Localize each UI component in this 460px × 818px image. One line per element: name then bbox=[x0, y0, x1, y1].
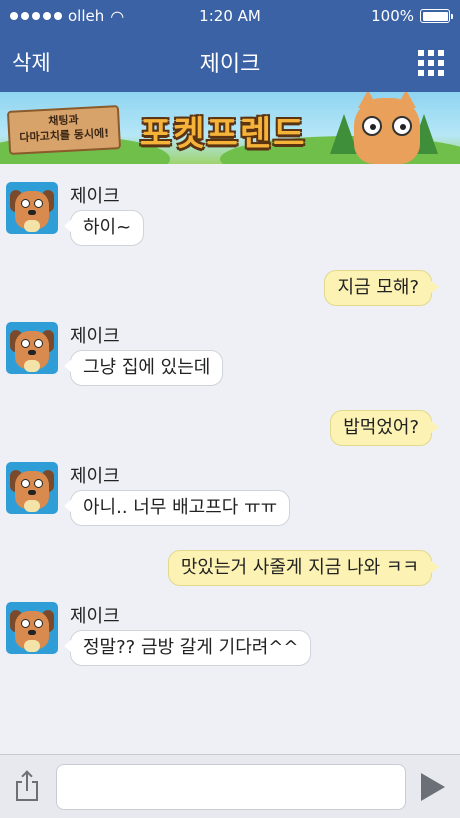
sender-name: 제이크 bbox=[70, 186, 120, 207]
outgoing-message-bubble[interactable]: 지금 모해? bbox=[324, 270, 439, 306]
message-bubble[interactable]: 정말?? 금방 갈게 기다려^^ bbox=[63, 630, 312, 666]
avatar[interactable] bbox=[6, 182, 58, 234]
incoming-message: 제이크 하이~ bbox=[6, 182, 145, 246]
chat-title: 제이크 bbox=[199, 52, 261, 77]
share-icon[interactable] bbox=[14, 770, 40, 801]
delete-button[interactable]: 삭제 bbox=[12, 47, 51, 77]
status-time: 1:20 AM bbox=[199, 7, 261, 25]
message-bubble[interactable]: 하이~ bbox=[63, 210, 145, 246]
banner-sign: 채팅과 다마고치를 동시에! bbox=[6, 105, 122, 155]
sender-name: 제이크 bbox=[70, 326, 120, 347]
avatar[interactable] bbox=[6, 602, 58, 654]
app-header: olleh ◠ 1:20 AM 100% 삭제 제이크 bbox=[0, 0, 460, 92]
incoming-message: 제이크 정말?? 금방 갈게 기다려^^ bbox=[6, 602, 312, 666]
message-bubble[interactable]: 아니.. 너무 배고프다 ㅠㅠ bbox=[63, 490, 291, 526]
battery-icon bbox=[420, 9, 453, 23]
incoming-message: 제이크 그냥 집에 있는데 bbox=[6, 322, 224, 386]
message-input[interactable] bbox=[56, 764, 406, 810]
chat-area[interactable]: 제이크 하이~ 지금 모해? 제이크 그냥 집에 있는데 밥먹었어? 제이크 아… bbox=[0, 164, 460, 754]
avatar[interactable] bbox=[6, 462, 58, 514]
cat-mascot-icon bbox=[354, 92, 420, 164]
grid-menu-icon[interactable] bbox=[418, 50, 444, 76]
message-bubble[interactable]: 그냥 집에 있는데 bbox=[63, 350, 224, 386]
outgoing-message-bubble[interactable]: 밥먹었어? bbox=[330, 410, 439, 446]
ad-banner[interactable]: 채팅과 다마고치를 동시에! 포켓프렌드 bbox=[0, 92, 460, 164]
incoming-message: 제이크 아니.. 너무 배고프다 ㅠㅠ bbox=[6, 462, 291, 526]
outgoing-message-bubble[interactable]: 맛있는거 사줄게 지금 나와 ㅋㅋ bbox=[167, 550, 440, 586]
sender-name: 제이크 bbox=[70, 466, 120, 487]
composer-bar bbox=[0, 754, 460, 818]
nav-bar: 삭제 제이크 bbox=[0, 32, 460, 92]
banner-title: 포켓프렌드 bbox=[140, 114, 307, 154]
send-icon[interactable] bbox=[421, 773, 445, 801]
sender-name: 제이크 bbox=[70, 606, 120, 627]
avatar[interactable] bbox=[6, 322, 58, 374]
status-bar: olleh ◠ 1:20 AM 100% bbox=[0, 0, 460, 32]
